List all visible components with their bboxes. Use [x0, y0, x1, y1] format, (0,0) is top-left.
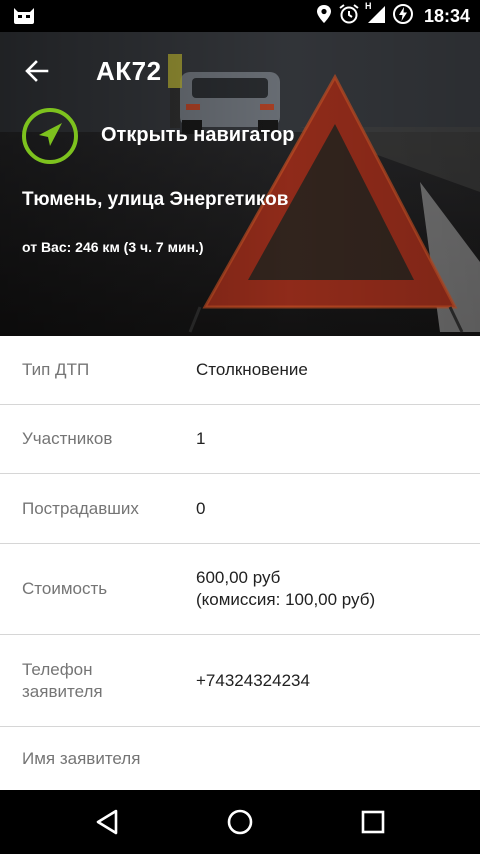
detail-label: Пострадавших [22, 498, 139, 518]
status-bar: H 18:34 [0, 0, 480, 32]
cost-commission: (комиссия: 100,00 руб) [196, 590, 376, 609]
nav-back-button[interactable] [87, 804, 127, 840]
detail-row-injured: Пострадавших 0 [0, 474, 480, 544]
back-triangle-icon [96, 809, 118, 835]
distance-info: от Вас: 246 км (3 ч. 7 мин.) [22, 239, 204, 255]
incident-details-list: Тип ДТП Столкновение Участников 1 Постра… [0, 336, 480, 791]
system-navigation-bar [0, 790, 480, 854]
home-circle-icon [227, 809, 253, 835]
detail-label-line: Телефон [22, 659, 93, 679]
open-navigator-button[interactable]: Открыть навигатор [101, 124, 295, 147]
incident-address: Тюмень, улица Энергетиков [22, 189, 289, 210]
detail-value: 600,00 руб (комиссия: 100,00 руб) [196, 567, 375, 611]
back-button[interactable] [20, 54, 54, 88]
location-icon [316, 4, 332, 29]
detail-label: Имя заявителя [22, 749, 141, 768]
applicant-phone-value[interactable]: +74324324234 [196, 670, 310, 692]
detail-row-applicant-name: Имя заявителя [0, 727, 480, 791]
detail-value: 0 [196, 498, 206, 518]
detail-label: Телефон заявителя [22, 659, 103, 703]
nav-recents-button[interactable] [353, 804, 393, 840]
detail-row-accident-type: Тип ДТП Столкновение [0, 336, 480, 405]
detail-row-participants: Участников 1 [0, 405, 480, 474]
detail-value: 1 [196, 429, 206, 448]
detail-label: Стоимость [22, 579, 108, 598]
detail-row-cost: Стоимость 600,00 руб (комиссия: 100,00 р… [0, 544, 480, 635]
detail-label: Тип ДТП [22, 360, 90, 379]
header-banner: АК72 Открыть навигатор Тюмень, улица Эне… [0, 32, 480, 336]
navigation-arrow-icon [22, 108, 78, 164]
nav-home-button[interactable] [220, 804, 260, 840]
page-title: АК72 [96, 56, 162, 86]
network-type-label: H [364, 0, 372, 11]
signal-icon: H [364, 0, 386, 29]
arrow-back-icon [25, 60, 49, 82]
detail-label-line: заявителя [22, 681, 103, 701]
clock: 18:34 [423, 5, 470, 26]
navigator-icon-button[interactable] [20, 106, 80, 166]
app-notification-icon [12, 6, 36, 31]
banner-shade-overlay [0, 32, 480, 336]
cost-amount: 600,00 руб [196, 568, 281, 587]
battery-charging-icon [392, 3, 414, 30]
detail-label: Участников [22, 429, 113, 448]
recents-square-icon [361, 810, 385, 834]
detail-row-applicant-phone: Телефон заявителя +74324324234 [0, 635, 480, 727]
alarm-icon [338, 3, 360, 30]
detail-value: Столкновение [196, 360, 308, 379]
